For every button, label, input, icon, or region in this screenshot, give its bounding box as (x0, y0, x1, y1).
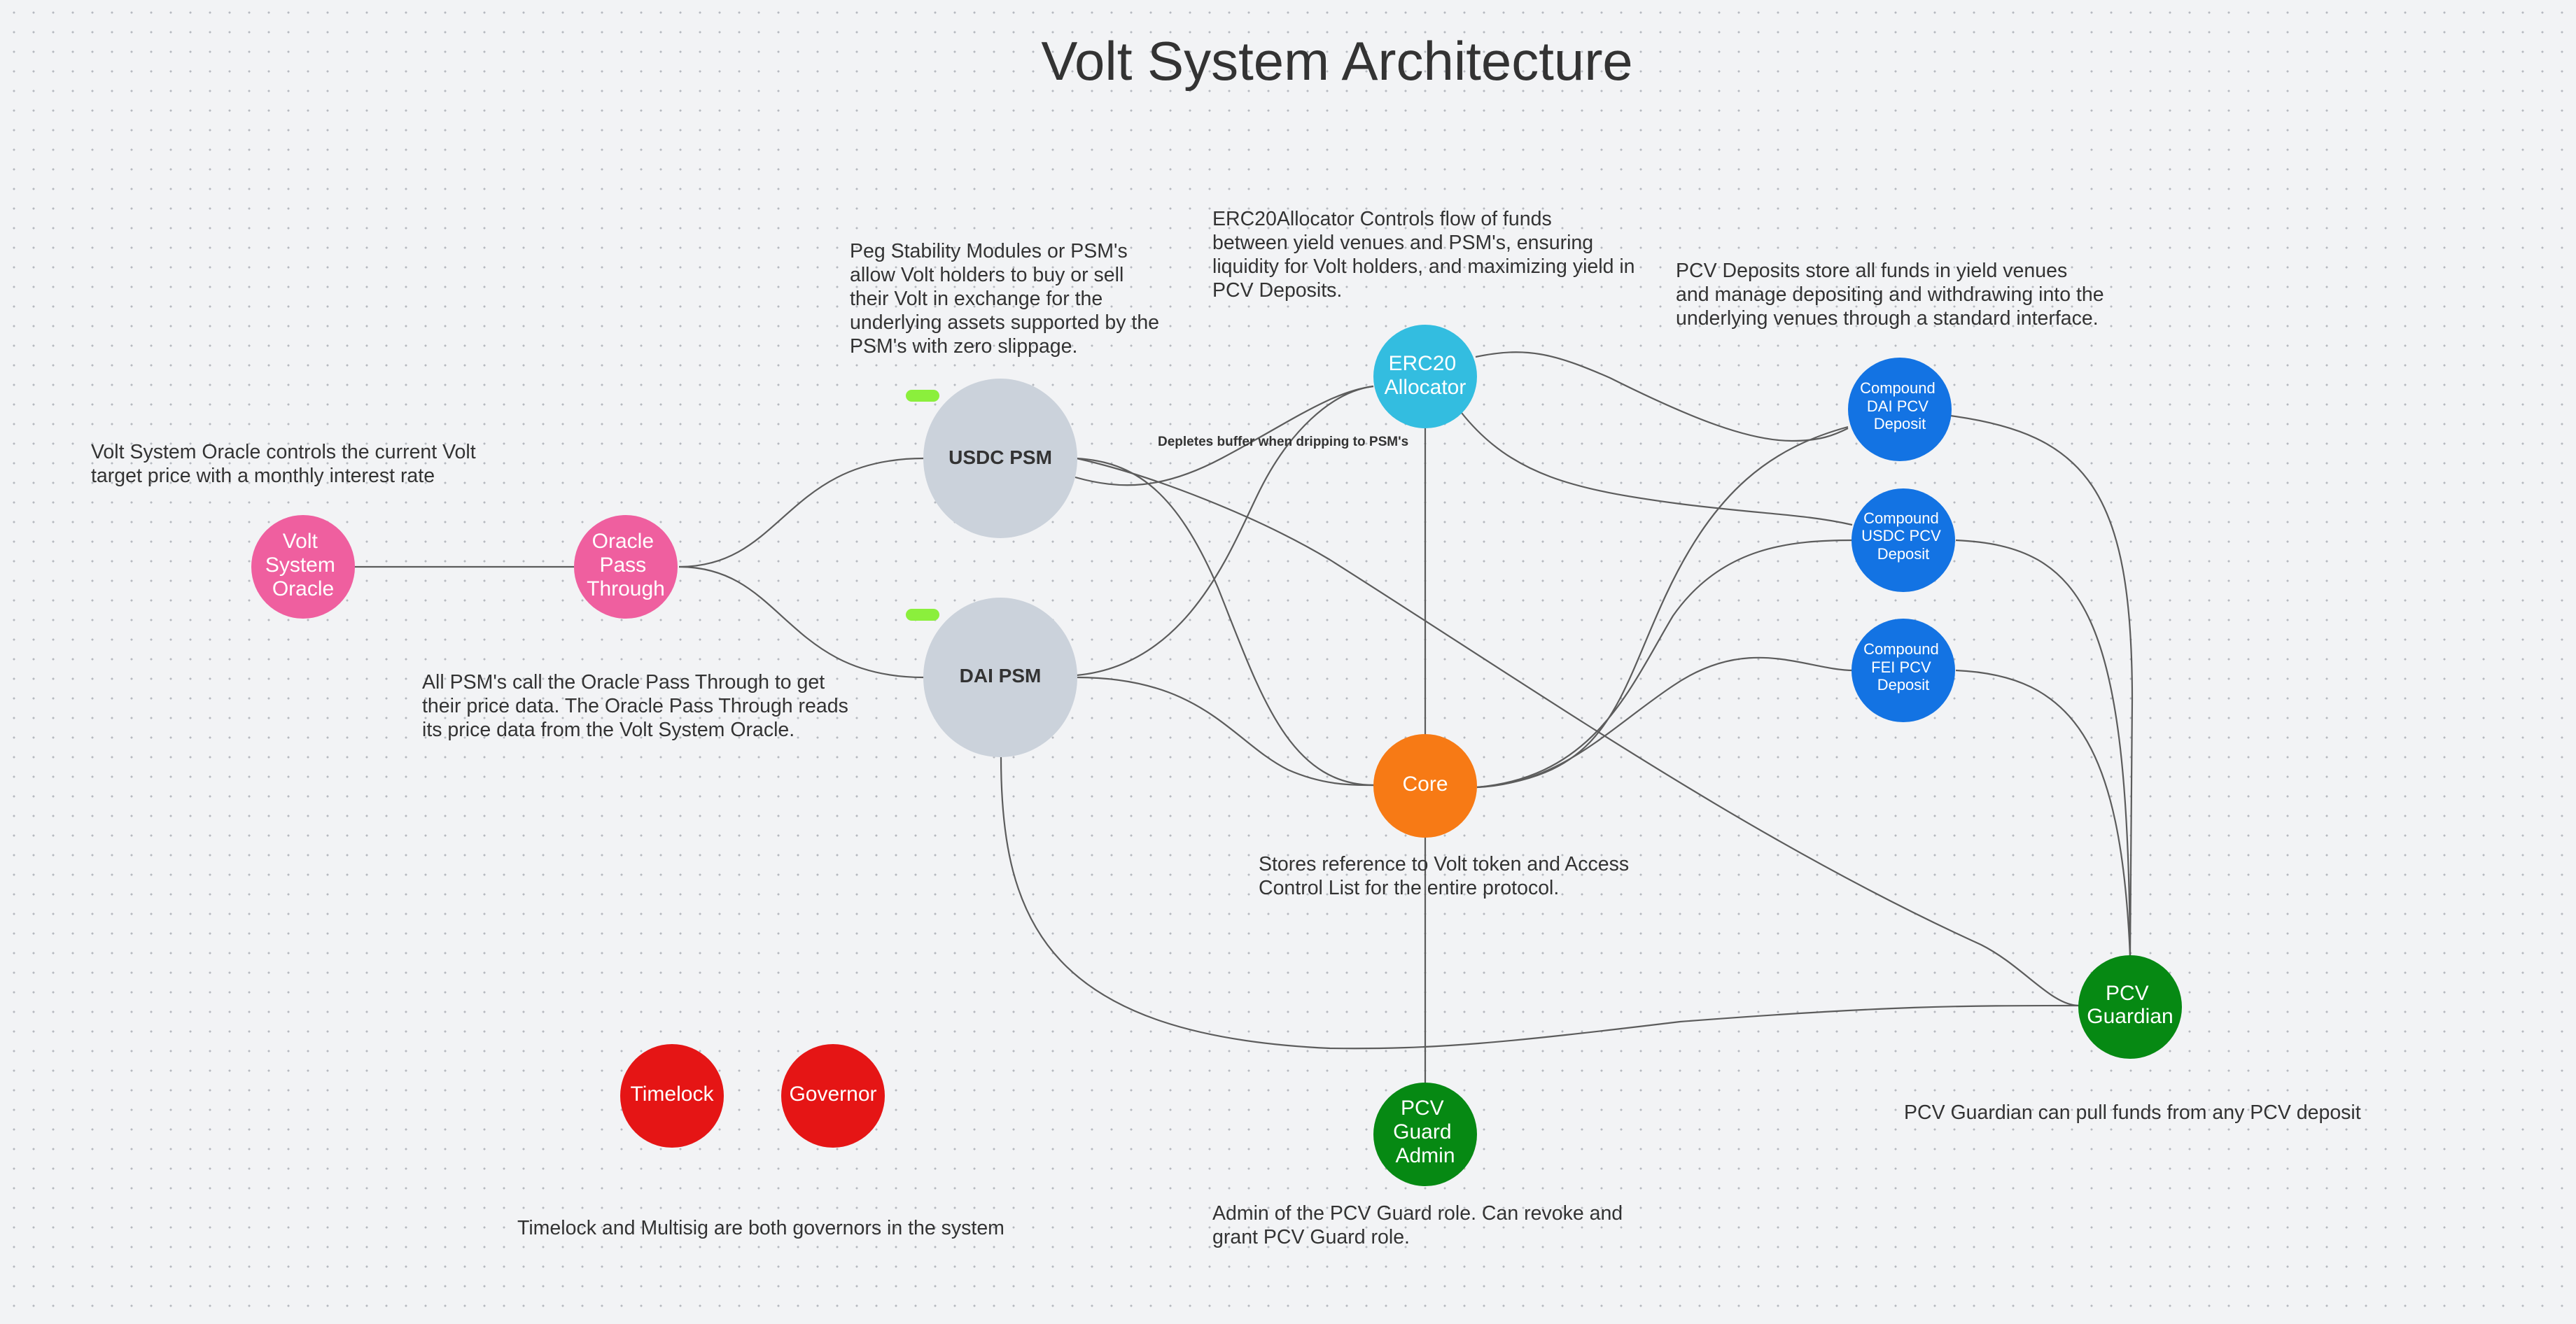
node-erc20-allocator[interactable]: ERC20 Allocator (1373, 325, 1477, 428)
note-oracle-pass-through: All PSM's call the Oracle Pass Through t… (422, 671, 848, 741)
note-pcv-deposits: PCV Deposits store all funds in yield ve… (1676, 260, 2104, 330)
edge-dai-psm-to-guardian[interactable] (1000, 756, 2080, 1050)
node-compound-fei-pcv-deposit[interactable]: Compound FEI PCV Deposit (1851, 619, 1955, 722)
nodes: Volt System Oracle Oracle Pass Through U… (251, 325, 2182, 1186)
pcv-guard-admin-label: PCV Guard Admin (1393, 1097, 1457, 1167)
edge-core-to-usdc-deposit[interactable] (1476, 539, 1854, 789)
edge-usdc-deposit-to-guardian[interactable] (1955, 539, 2132, 957)
note-governance: Timelock and Multisig are both governors… (517, 1217, 1004, 1239)
governor-label: Governor (789, 1083, 876, 1106)
node-compound-dai-pcv-deposit[interactable]: Compound DAI PCV Deposit (1848, 358, 1952, 461)
edge-dai-deposit-to-guardian[interactable] (1949, 414, 2134, 957)
edge-dai-psm-to-allocator[interactable] (1076, 385, 1374, 677)
erc20-allocator-label: ERC20 Allocator (1385, 352, 1466, 399)
usdc-psm-status-pill (906, 390, 939, 402)
diagram-canvas: Volt System Oracle Oracle Pass Through U… (251, 325, 2182, 1186)
note-pcv-guardian: PCV Guardian can pull funds from any PCV… (1904, 1101, 2361, 1124)
dai-psm-label: DAI PSM (960, 665, 1042, 686)
edge-label-depletes-buffer: Depletes buffer when dripping to PSM's (1158, 435, 1409, 449)
edge-core-to-fei-deposit[interactable] (1476, 656, 1854, 789)
node-governor[interactable]: Governor (781, 1044, 885, 1148)
note-core: Stores reference to Volt token and Acces… (1259, 853, 1630, 899)
edge-passthrough-to-usdc-psm[interactable] (678, 457, 925, 568)
node-pcv-guardian[interactable]: PCV Guardian (2078, 955, 2182, 1059)
node-core[interactable]: Core (1373, 734, 1477, 838)
note-erc20-allocator: ERC20Allocator Controls flow of funds be… (1212, 208, 1635, 302)
usdc-psm-label: USDC PSM (948, 446, 1052, 468)
node-volt-system-oracle[interactable]: Volt System Oracle (251, 515, 355, 619)
core-label: Core (1402, 773, 1448, 796)
node-usdc-psm[interactable]: USDC PSM (923, 379, 1077, 538)
node-oracle-pass-through[interactable]: Oracle Pass Through (574, 515, 678, 619)
note-pcv-guard-admin: Admin of the PCV Guard role. Can revoke … (1212, 1202, 1623, 1248)
dai-psm-status-pill (906, 609, 939, 621)
edge-allocator-to-usdc-deposit[interactable] (1461, 412, 1853, 526)
node-dai-psm[interactable]: DAI PSM (923, 598, 1077, 757)
edge-core-to-dai-deposit[interactable] (1476, 425, 1849, 789)
edge-allocator-to-dai-deposit[interactable] (1475, 351, 1849, 442)
node-timelock[interactable]: Timelock (620, 1044, 724, 1148)
edge-fei-deposit-to-guardian[interactable] (1955, 669, 2132, 957)
edge-dai-psm-to-core[interactable] (1076, 676, 1375, 787)
edge-passthrough-to-dai-psm[interactable] (678, 565, 925, 679)
note-volt-system-oracle: Volt System Oracle controls the current … (91, 441, 476, 487)
node-pcv-guard-admin[interactable]: PCV Guard Admin (1373, 1083, 1477, 1186)
timelock-label: Timelock (631, 1083, 715, 1106)
note-psm: Peg Stability Modules or PSM's allow Vol… (850, 240, 1160, 358)
node-compound-usdc-pcv-deposit[interactable]: Compound USDC PCV Deposit (1851, 488, 1955, 592)
